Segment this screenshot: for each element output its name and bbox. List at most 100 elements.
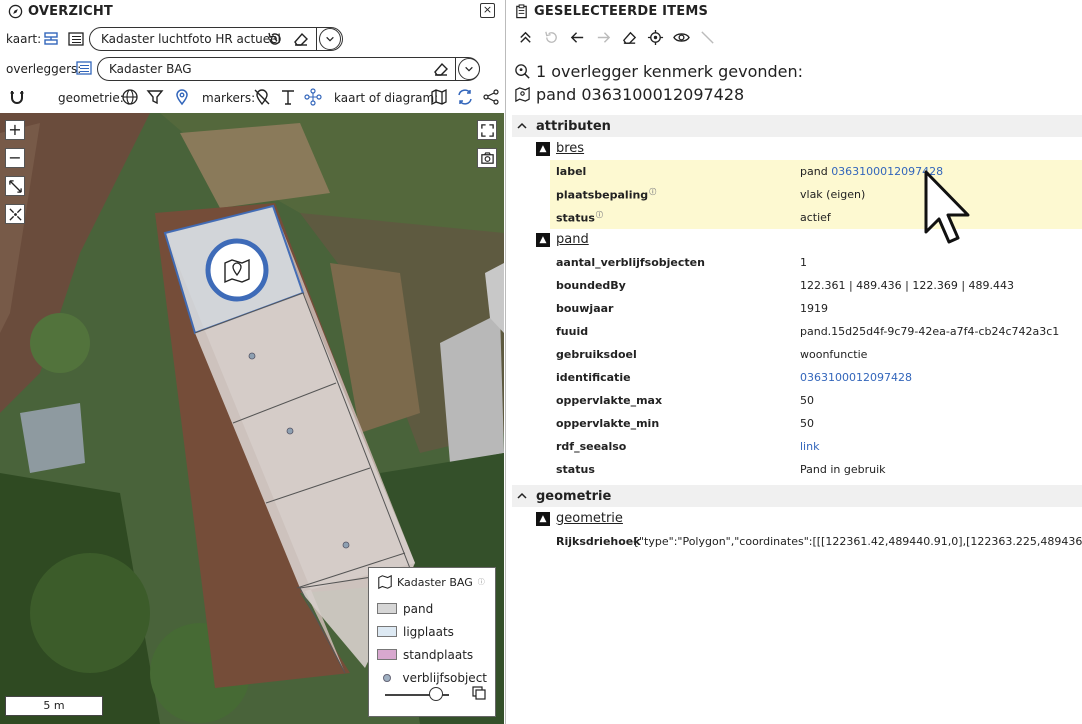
found-text: 1 overlegger kenmerk gevonden: xyxy=(536,62,804,81)
legend-title: Kadaster BAG ⓘ xyxy=(377,574,487,590)
attr-key: oppervlakte_min xyxy=(556,417,660,430)
attr-key-text: status xyxy=(556,211,595,225)
overleggers-select[interactable]: Kadaster BAG xyxy=(97,57,480,81)
attr-value: 122.361 | 489.436 | 122.369 | 489.443 xyxy=(800,279,1015,292)
zoom-extent-button[interactable] xyxy=(5,176,25,196)
collapse-toggle-icon[interactable]: ▲ xyxy=(536,232,550,247)
separator xyxy=(455,57,456,81)
history-icon[interactable] xyxy=(266,30,284,48)
fullscreen-icon xyxy=(480,123,494,137)
close-overview-button[interactable]: × xyxy=(480,3,495,18)
list-icon[interactable] xyxy=(75,59,93,77)
chevron-up-icon xyxy=(517,492,527,499)
collapse-icon xyxy=(8,207,22,221)
overleggers-label: overleggers: xyxy=(6,62,82,76)
swap-icon[interactable] xyxy=(456,88,474,106)
layers-icon[interactable] xyxy=(42,30,60,48)
layers-toggle-icon[interactable] xyxy=(471,685,487,701)
selected-items-panel: GESELECTEERDE ITEMS 1 overlegger kenmerk… xyxy=(505,0,1082,724)
attr-value: Pand in gebruik xyxy=(800,463,886,476)
selection-toolbar xyxy=(516,28,716,46)
feature-heading: pand 0363100012097428 xyxy=(514,85,744,104)
kaart-dropdown-button[interactable] xyxy=(319,28,341,50)
rdf-seealso-link[interactable]: link xyxy=(800,440,1082,453)
screenshot-button[interactable] xyxy=(477,148,497,168)
filter-icon[interactable] xyxy=(146,88,164,106)
back-arrow-icon[interactable] xyxy=(568,28,586,46)
marker-off-icon[interactable] xyxy=(253,88,271,106)
zoom-in-button[interactable]: + xyxy=(5,120,25,140)
chevron-down-icon xyxy=(326,36,334,42)
attr-key: oppervlakte_max xyxy=(556,394,663,407)
zoom-out-button[interactable]: − xyxy=(5,148,25,168)
markers-label: markers: xyxy=(202,91,256,105)
section-attributen-title: attributen xyxy=(536,118,611,134)
legend-swatch xyxy=(377,649,397,660)
info-icon[interactable]: ⓘ xyxy=(649,188,656,196)
map-icon[interactable] xyxy=(430,88,448,106)
legend-item-standplaats: standplaats xyxy=(377,643,487,666)
group-bres-title: bres xyxy=(556,141,585,156)
mouse-cursor-icon xyxy=(924,170,970,244)
group-bres[interactable]: ▲ bres xyxy=(536,141,584,156)
location-pin-icon[interactable] xyxy=(173,88,191,106)
collapse-toggle-icon[interactable]: ▲ xyxy=(536,141,550,156)
map-view[interactable]: + − 5 m Kadaster BAG ⓘ pand ligplaats sta… xyxy=(0,113,504,724)
attr-row: oppervlakte_min 50 xyxy=(550,412,1082,435)
measure-icon[interactable] xyxy=(698,28,716,46)
section-geometrie[interactable]: geometrie xyxy=(512,485,1082,507)
forward-arrow-icon[interactable] xyxy=(594,28,612,46)
section-attributen[interactable]: attributen xyxy=(512,115,1082,137)
share-icon[interactable] xyxy=(482,88,500,106)
collapse-all-icon[interactable] xyxy=(516,28,534,46)
attr-key: label xyxy=(556,165,587,178)
overleggers-select-value: Kadaster BAG xyxy=(109,62,192,76)
attr-row-plaatsbepaling: plaatsbepalingⓘ vlak (eigen) xyxy=(550,183,1082,206)
eraser-icon[interactable] xyxy=(292,30,310,48)
info-icon[interactable]: ⓘ xyxy=(596,211,603,219)
group-geometrie[interactable]: ▲ geometrie xyxy=(536,511,623,526)
attr-key: bouwjaar xyxy=(556,302,614,315)
geometry-value: {"type":"Polygon","coordinates":[[[12236… xyxy=(632,535,1082,548)
attr-value: pand.15d25d4f-9c79-42ea-a7f4-cb24c742a3c… xyxy=(800,325,1060,338)
globe-icon[interactable] xyxy=(121,88,139,106)
history-icon[interactable] xyxy=(542,28,560,46)
compass-icon xyxy=(8,4,23,18)
attr-row-status: statusⓘ actief xyxy=(550,206,1082,229)
attr-row: bouwjaar 1919 xyxy=(550,297,1082,320)
text-icon[interactable] xyxy=(279,88,297,106)
attr-value: woonfunctie xyxy=(800,348,868,361)
eye-icon[interactable] xyxy=(672,28,690,46)
found-heading: 1 overlegger kenmerk gevonden: xyxy=(514,62,803,81)
eraser-icon[interactable] xyxy=(432,60,450,78)
zoom-to-selection-button[interactable] xyxy=(5,204,25,224)
attr-row: aantal_verblijfsobjecten 1 xyxy=(550,251,1082,274)
attr-row: status Pand in gebruik xyxy=(550,458,1082,481)
identificatie-link[interactable]: 0363100012097428 xyxy=(800,371,1082,384)
map-legend: Kadaster BAG ⓘ pand ligplaats standplaats… xyxy=(368,567,496,717)
info-icon[interactable]: ⓘ xyxy=(478,577,485,587)
attr-key: fuuid xyxy=(556,325,589,338)
list-icon[interactable] xyxy=(67,30,85,48)
attr-key: identificatie xyxy=(556,371,631,384)
scale-bar: 5 m xyxy=(5,696,103,716)
attr-row: boundedBy 122.361 | 489.436 | 122.369 | 4… xyxy=(550,274,1082,297)
collapse-toggle-icon[interactable]: ▲ xyxy=(536,511,550,526)
eraser-icon[interactable] xyxy=(620,28,638,46)
geometry-row: Rijksdriehoek {"type":"Polygon","coordin… xyxy=(550,530,1082,553)
search-location-icon xyxy=(515,64,530,79)
map-marker-icon xyxy=(515,86,530,103)
magnet-icon[interactable] xyxy=(8,88,26,106)
group-pand[interactable]: ▲ pand xyxy=(536,232,589,247)
attr-row: rdf_seealso link xyxy=(550,435,1082,458)
separator xyxy=(316,27,317,51)
opacity-slider-handle[interactable] xyxy=(429,687,443,701)
network-icon[interactable] xyxy=(304,88,322,106)
fullscreen-button[interactable] xyxy=(477,120,497,140)
overleggers-dropdown-button[interactable] xyxy=(458,58,480,80)
chevron-down-icon xyxy=(465,66,473,72)
attr-key: boundedBy xyxy=(556,279,626,292)
attr-key: aantal_verblijfsobjecten xyxy=(556,256,705,269)
locate-icon[interactable] xyxy=(646,28,664,46)
attr-key: status xyxy=(556,463,595,476)
